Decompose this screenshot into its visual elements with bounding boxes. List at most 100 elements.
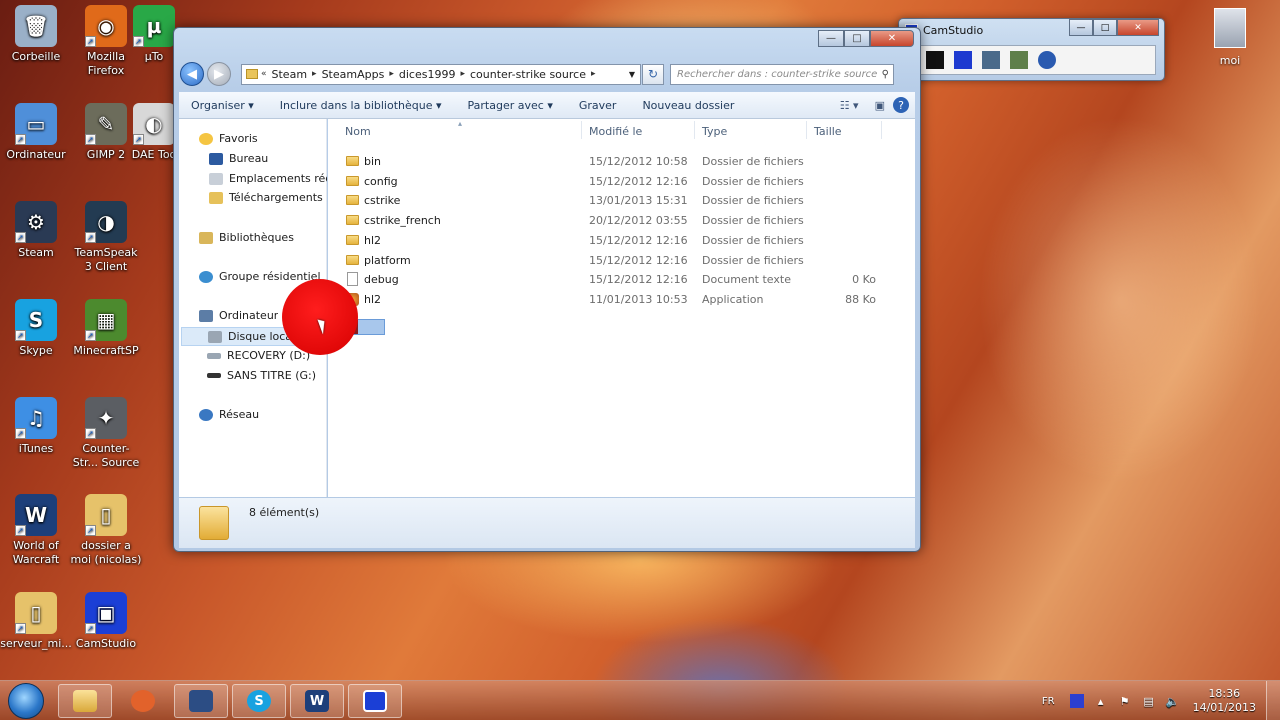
column-divider[interactable]: [694, 121, 695, 139]
swf-icon[interactable]: [1038, 51, 1056, 69]
nav-homegroup[interactable]: Groupe résidentiel: [199, 270, 321, 283]
desktop-icon-item[interactable]: ▭ ➚ Ordinateur: [0, 103, 72, 162]
language-indicator[interactable]: FR: [1042, 696, 1055, 707]
taskbar-fish[interactable]: [116, 684, 170, 718]
file-row[interactable]: cstrike_french 20/12/2012 03:55 Dossier de…: [342, 211, 882, 230]
search-icon[interactable]: ⚲: [882, 69, 893, 80]
desktop-icon-label: TeamSpeak 3 Client: [74, 246, 138, 273]
include-library-button[interactable]: Inclure dans la bibliothèque ▾: [268, 99, 456, 112]
preview-pane-icon[interactable]: ▣: [867, 99, 893, 112]
taskbar-explorer[interactable]: [58, 684, 112, 718]
shortcut-arrow-icon: ➚: [15, 428, 26, 439]
file-name: config: [364, 174, 398, 188]
command-bar: Organiser ▾ Inclure dans la bibliothèque…: [179, 92, 915, 119]
file-row[interactable]: hl2 15/12/2012 12:16 Dossier de fichiers: [342, 231, 882, 250]
file-row[interactable]: hl2 11/01/2013 10:53 Application 88 Ko: [342, 290, 882, 309]
file-row[interactable]: config 15/12/2012 12:16 Dossier de fichier…: [342, 172, 882, 191]
desktop-icon-item[interactable]: ▣ ➚ CamStudio: [70, 592, 142, 651]
burn-button[interactable]: Graver: [567, 99, 631, 112]
nav-recent[interactable]: Emplacements récents: [209, 172, 327, 185]
column-size[interactable]: Taille: [814, 125, 842, 138]
desktop-icon-item[interactable]: ▯ ➚ dossier a moi (nicolas): [70, 494, 142, 567]
nav-downloads[interactable]: Téléchargements: [209, 191, 323, 204]
stop-icon[interactable]: [954, 51, 972, 69]
network-tray-icon[interactable]: ▤: [1142, 694, 1156, 708]
minimize-button[interactable]: —: [818, 30, 844, 47]
file-row[interactable]: debug 15/12/2012 12:16 Document texte 0 Ko: [342, 270, 882, 289]
nav-network[interactable]: Réseau: [199, 408, 259, 421]
camstudio-close-button[interactable]: ✕: [1117, 19, 1159, 36]
breadcrumb-item[interactable]: SteamApps: [317, 68, 390, 81]
disk-icon: [207, 352, 221, 359]
search-input[interactable]: Rechercher dans : counter-strike source …: [670, 63, 894, 85]
column-name[interactable]: Nom: [345, 125, 371, 138]
file-row[interactable]: cstrike 13/01/2013 15:31 Dossier de fichie…: [342, 191, 882, 210]
desktop-icon-item[interactable]: ◑ ➚ TeamSpeak 3 Client: [70, 201, 142, 274]
desktop-icon-item[interactable]: 🗑 Corbeille: [0, 5, 72, 64]
view-options-icon[interactable]: ☷ ▾: [832, 99, 867, 112]
show-desktop-button[interactable]: [1266, 681, 1280, 720]
camstudio-maximize-button[interactable]: □: [1093, 19, 1117, 36]
camstudio-window[interactable]: CamStudio — □ ✕: [898, 18, 1165, 81]
desktop-icon-item[interactable]: ▯ ➚ serveur_mi...: [0, 592, 72, 651]
dropdown-icon[interactable]: ▼: [629, 70, 640, 79]
forward-button[interactable]: ▶: [207, 62, 231, 86]
explorer-window[interactable]: — □ ✕ ◀ ▶ « Steam ▸ SteamApps ▸ dices199…: [173, 27, 921, 552]
desktop-icon-item[interactable]: ✦ ➚ Counter-Str... Source: [70, 397, 142, 470]
column-divider[interactable]: [806, 121, 807, 139]
desktop-icon-label: Counter-Str... Source: [72, 442, 140, 469]
taskbar-skype[interactable]: S: [232, 684, 286, 718]
desktop-icon-item[interactable]: ♫ ➚ iTunes: [0, 397, 72, 456]
region-icon[interactable]: [982, 51, 1000, 69]
app-icon: ✦ ➚: [85, 397, 127, 439]
camstudio-tray-icon[interactable]: [1069, 694, 1084, 708]
clock[interactable]: 18:36 14/01/2013: [1193, 687, 1256, 715]
desktop-icon-item[interactable]: ⚙ ➚ Steam: [0, 201, 72, 260]
desktop-icon-label: World of Warcraft: [12, 539, 60, 566]
share-label: Partager avec: [467, 98, 544, 112]
taskbar-teamspeak[interactable]: [174, 684, 228, 718]
nav-favorites[interactable]: Favoris: [199, 132, 258, 145]
user-icon[interactable]: moi: [1200, 8, 1260, 67]
column-divider[interactable]: [881, 121, 882, 139]
desktop-icon-label: Corbeille: [11, 50, 61, 63]
address-bar[interactable]: « Steam ▸ SteamApps ▸ dices1999 ▸ counte…: [241, 63, 641, 85]
options-icon[interactable]: [1010, 51, 1028, 69]
column-type[interactable]: Type: [702, 125, 727, 138]
desktop-icon-item[interactable]: S ➚ Skype: [0, 299, 72, 358]
breadcrumb-item[interactable]: Steam: [267, 68, 313, 81]
pause-icon[interactable]: [926, 51, 944, 69]
file-type: Document texte: [702, 273, 791, 287]
nav-computer[interactable]: Ordinateur: [199, 309, 278, 322]
help-icon[interactable]: ?: [893, 97, 909, 113]
maximize-button[interactable]: □: [844, 30, 870, 47]
nav-disk-g[interactable]: SANS TITRE (G:): [207, 369, 316, 382]
column-divider[interactable]: [581, 121, 582, 139]
close-button[interactable]: ✕: [870, 30, 914, 47]
taskbar-camstudio[interactable]: [348, 684, 402, 718]
new-folder-button[interactable]: Nouveau dossier: [630, 99, 748, 112]
file-date: 15/12/2012 10:58: [589, 155, 688, 168]
desktop-icon-item[interactable]: ▦ ➚ MinecraftSP: [70, 299, 142, 358]
folder-icon: [346, 195, 359, 206]
flag-icon[interactable]: ⚑: [1118, 694, 1132, 708]
file-row[interactable]: bin 15/12/2012 10:58 Dossier de fichiers: [342, 152, 882, 171]
breadcrumb-item[interactable]: dices1999: [394, 68, 461, 81]
refresh-button[interactable]: ↻: [642, 63, 664, 85]
camstudio-minimize-button[interactable]: —: [1069, 19, 1093, 36]
nav-disk-d[interactable]: RECOVERY (D:): [207, 349, 310, 362]
chevron-icon[interactable]: ▸: [591, 69, 596, 79]
show-hidden-icons[interactable]: ▴: [1094, 694, 1108, 708]
nav-libraries[interactable]: Bibliothèques: [199, 231, 294, 244]
breadcrumb-item[interactable]: counter-strike source: [465, 68, 591, 81]
back-button[interactable]: ◀: [180, 62, 204, 86]
organize-button[interactable]: Organiser ▾: [179, 99, 268, 112]
taskbar-wow[interactable]: W: [290, 684, 344, 718]
nav-desktop[interactable]: Bureau: [209, 152, 268, 165]
column-modified[interactable]: Modifié le: [589, 125, 642, 138]
file-row[interactable]: platform 15/12/2012 12:16 Dossier de fichi…: [342, 251, 882, 270]
start-button[interactable]: [8, 683, 44, 719]
desktop-icon-item[interactable]: W ➚ World of Warcraft: [0, 494, 72, 567]
volume-icon[interactable]: 🔈: [1166, 694, 1180, 708]
share-button[interactable]: Partager avec ▾: [456, 99, 567, 112]
